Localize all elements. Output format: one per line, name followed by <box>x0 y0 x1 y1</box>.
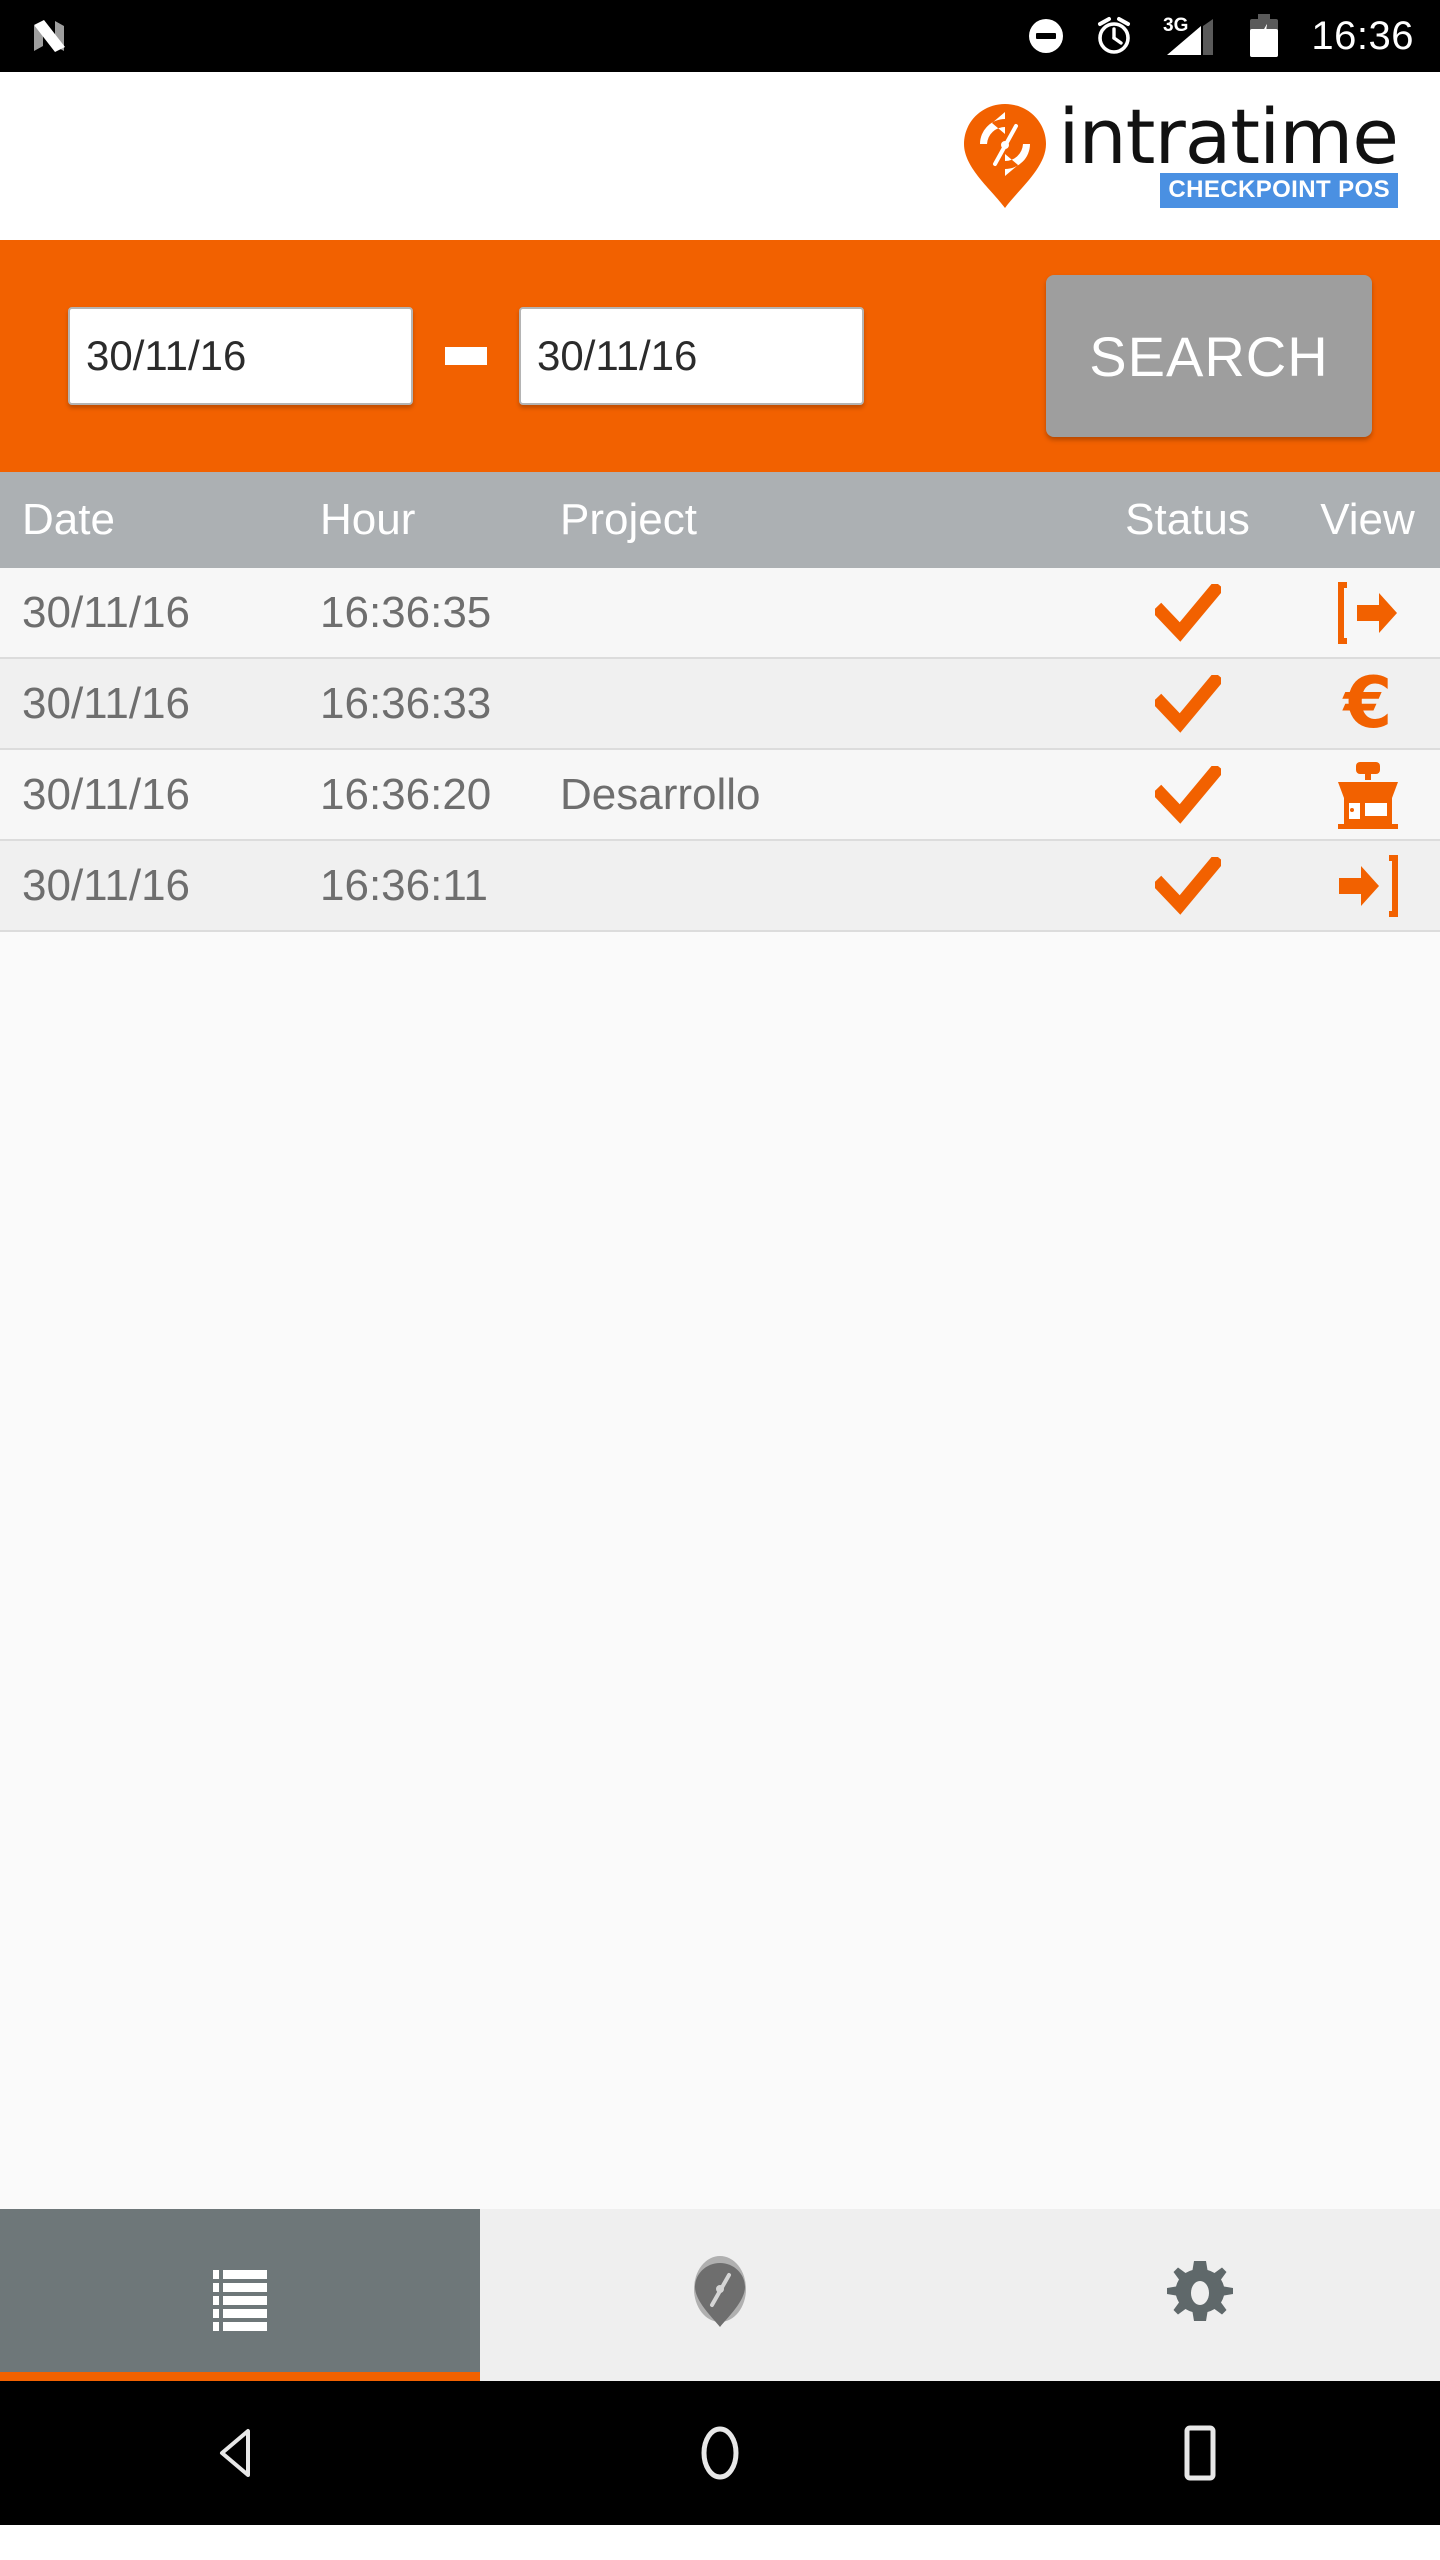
check-icon <box>1080 856 1295 915</box>
status-bar-right: 3G 16:36 <box>1025 13 1414 59</box>
signal-bars-icon: 3G <box>1161 13 1221 59</box>
cell-hour: 16:36:33 <box>320 678 492 728</box>
brand-badge: CHECKPOINT POS <box>1160 172 1398 208</box>
check-icon <box>1080 674 1295 733</box>
date-range-separator <box>445 347 487 365</box>
status-bar-clock: 16:36 <box>1311 14 1414 58</box>
do-not-disturb-icon <box>1025 15 1067 57</box>
cell-project: Desarrollo <box>560 769 761 819</box>
table-row[interactable]: 30/11/16 16:36:33 € <box>0 659 1440 750</box>
cell-hour: 16:36:11 <box>320 860 489 910</box>
android-navigation-bar <box>0 2381 1440 2525</box>
back-icon[interactable] <box>140 2381 340 2525</box>
cell-hour: 16:36:20 <box>320 769 492 819</box>
records-table-header: Date Hour Project Status View <box>0 472 1440 568</box>
column-header-view: View <box>1320 495 1415 544</box>
search-button[interactable]: SEARCH <box>1046 275 1372 437</box>
gear-icon <box>1160 2253 1240 2338</box>
app-logo-header: intratime CHECKPOINT POS <box>0 72 1440 240</box>
android-status-bar: 3G 16:36 <box>0 0 1440 72</box>
pin-logo-icon <box>684 2253 756 2338</box>
records-table-body: 30/11/16 16:36:35 30/11/16 16:36:33 € 30… <box>0 568 1440 932</box>
brand-logo: intratime CHECKPOINT POS <box>962 92 1399 210</box>
nfc-icon <box>26 13 72 59</box>
brand-name: intratime <box>1058 92 1399 182</box>
cell-date: 30/11/16 <box>22 587 191 637</box>
cell-date: 30/11/16 <box>22 860 191 910</box>
check-icon <box>1080 583 1295 642</box>
cell-date: 30/11/16 <box>22 769 191 819</box>
table-row[interactable]: 30/11/16 16:36:11 <box>0 841 1440 932</box>
alarm-clock-icon <box>1093 15 1135 57</box>
status-bar-left <box>26 13 72 59</box>
table-row[interactable]: 30/11/16 16:36:35 <box>0 568 1440 659</box>
list-icon <box>199 2252 281 2339</box>
column-header-project: Project <box>560 495 697 544</box>
empty-content-area <box>0 932 1440 2209</box>
sidebar-item-settings[interactable] <box>960 2209 1440 2381</box>
recents-icon[interactable] <box>1100 2381 1300 2525</box>
date-to-input[interactable] <box>519 307 864 405</box>
clock-out-icon[interactable] <box>1295 581 1440 645</box>
column-header-hour: Hour <box>320 495 416 544</box>
svg-text:€: € <box>1341 669 1392 739</box>
battery-charging-icon <box>1247 13 1281 59</box>
sidebar-item-list[interactable] <box>0 2209 480 2381</box>
column-header-status: Status <box>1125 495 1250 544</box>
column-header-date: Date <box>22 495 115 544</box>
brand-text: intratime CHECKPOINT POS <box>1058 92 1399 208</box>
clock-in-icon[interactable] <box>1295 854 1440 918</box>
bottom-tab-bar <box>0 2209 1440 2381</box>
intratime-pin-logo-icon <box>962 102 1048 210</box>
home-icon[interactable] <box>620 2381 820 2525</box>
sidebar-item-checkpoint[interactable] <box>480 2209 960 2381</box>
table-row[interactable]: 30/11/16 16:36:20 Desarrollo <box>0 750 1440 841</box>
cell-hour: 16:36:35 <box>320 587 492 637</box>
date-from-input[interactable] <box>68 307 413 405</box>
check-icon <box>1080 765 1295 824</box>
euro-icon[interactable]: € <box>1295 669 1440 739</box>
cell-date: 30/11/16 <box>22 678 191 728</box>
svg-text:3G: 3G <box>1163 15 1188 36</box>
shop-icon[interactable] <box>1295 760 1440 830</box>
search-toolbar: SEARCH <box>0 240 1440 472</box>
